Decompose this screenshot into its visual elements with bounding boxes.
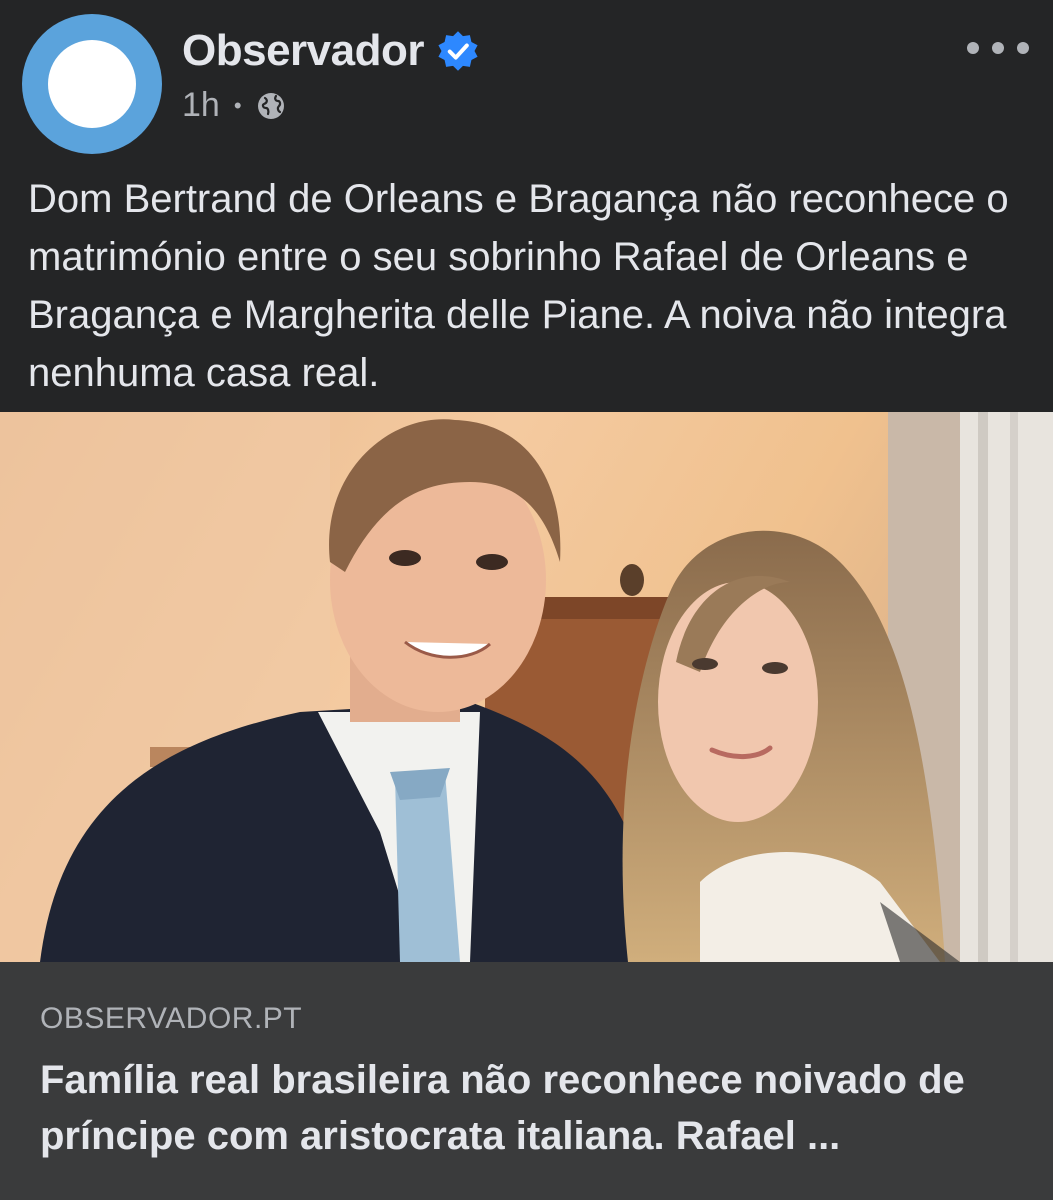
page-name-row: Observador [182,26,480,76]
link-preview-card[interactable]: OBSERVADOR.PT Família real brasileira nã… [0,962,1053,1200]
page-name[interactable]: Observador [182,26,424,76]
post-photo[interactable] [0,412,1053,962]
more-options-button[interactable] [967,30,1029,66]
post-meta: 1h • [182,86,286,125]
post-header: Observador 1h • [0,0,1053,160]
verified-badge-icon [438,31,478,71]
page-avatar[interactable] [22,14,162,154]
post-text: Dom Bertrand de Orleans e Bragança não r… [28,177,1009,395]
globe-icon [257,92,284,119]
link-domain: OBSERVADOR.PT [40,1002,303,1035]
more-options-icon-dot [1017,42,1029,54]
post-timestamp[interactable]: 1h [182,86,220,125]
link-title[interactable]: Família real brasileira não reconhece no… [40,1052,1020,1164]
more-options-icon-dot [992,42,1004,54]
avatar-logo [48,40,136,128]
meta-separator: • [233,92,242,118]
more-options-icon [967,42,979,54]
